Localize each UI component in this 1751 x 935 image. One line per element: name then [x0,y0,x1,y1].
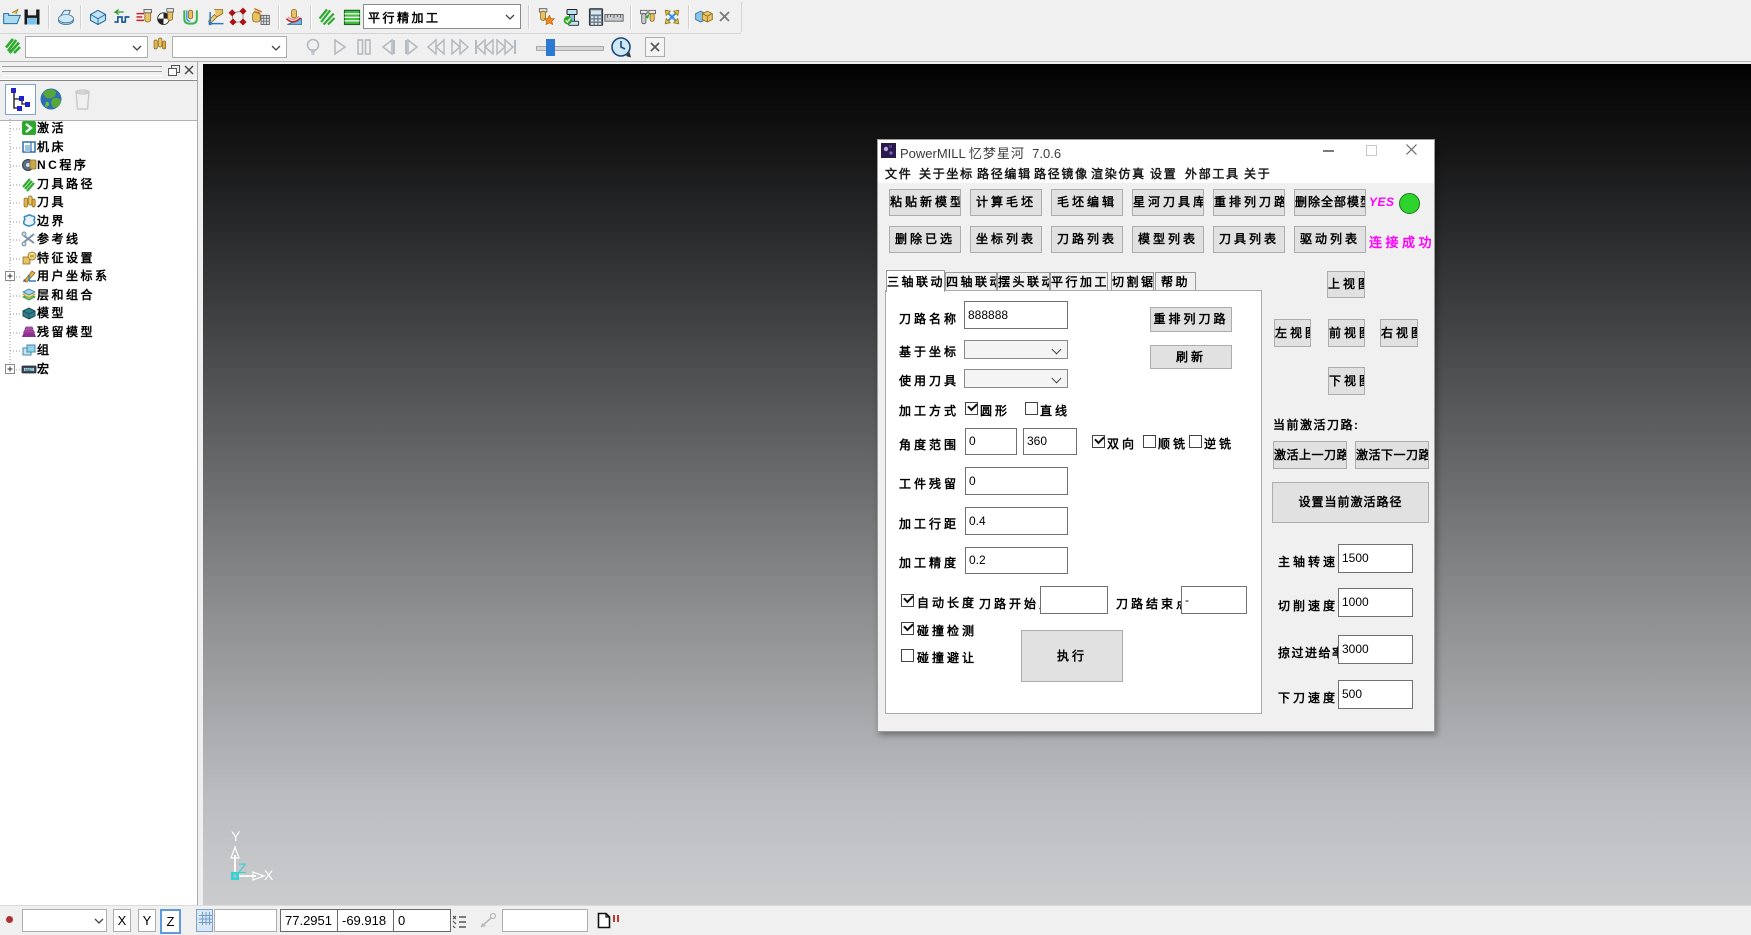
svg-text:Z: Z [238,860,247,876]
svg-text:X: X [264,867,274,883]
svg-text:Y: Y [231,828,241,844]
svg-text:MAC: MAC [25,368,33,372]
